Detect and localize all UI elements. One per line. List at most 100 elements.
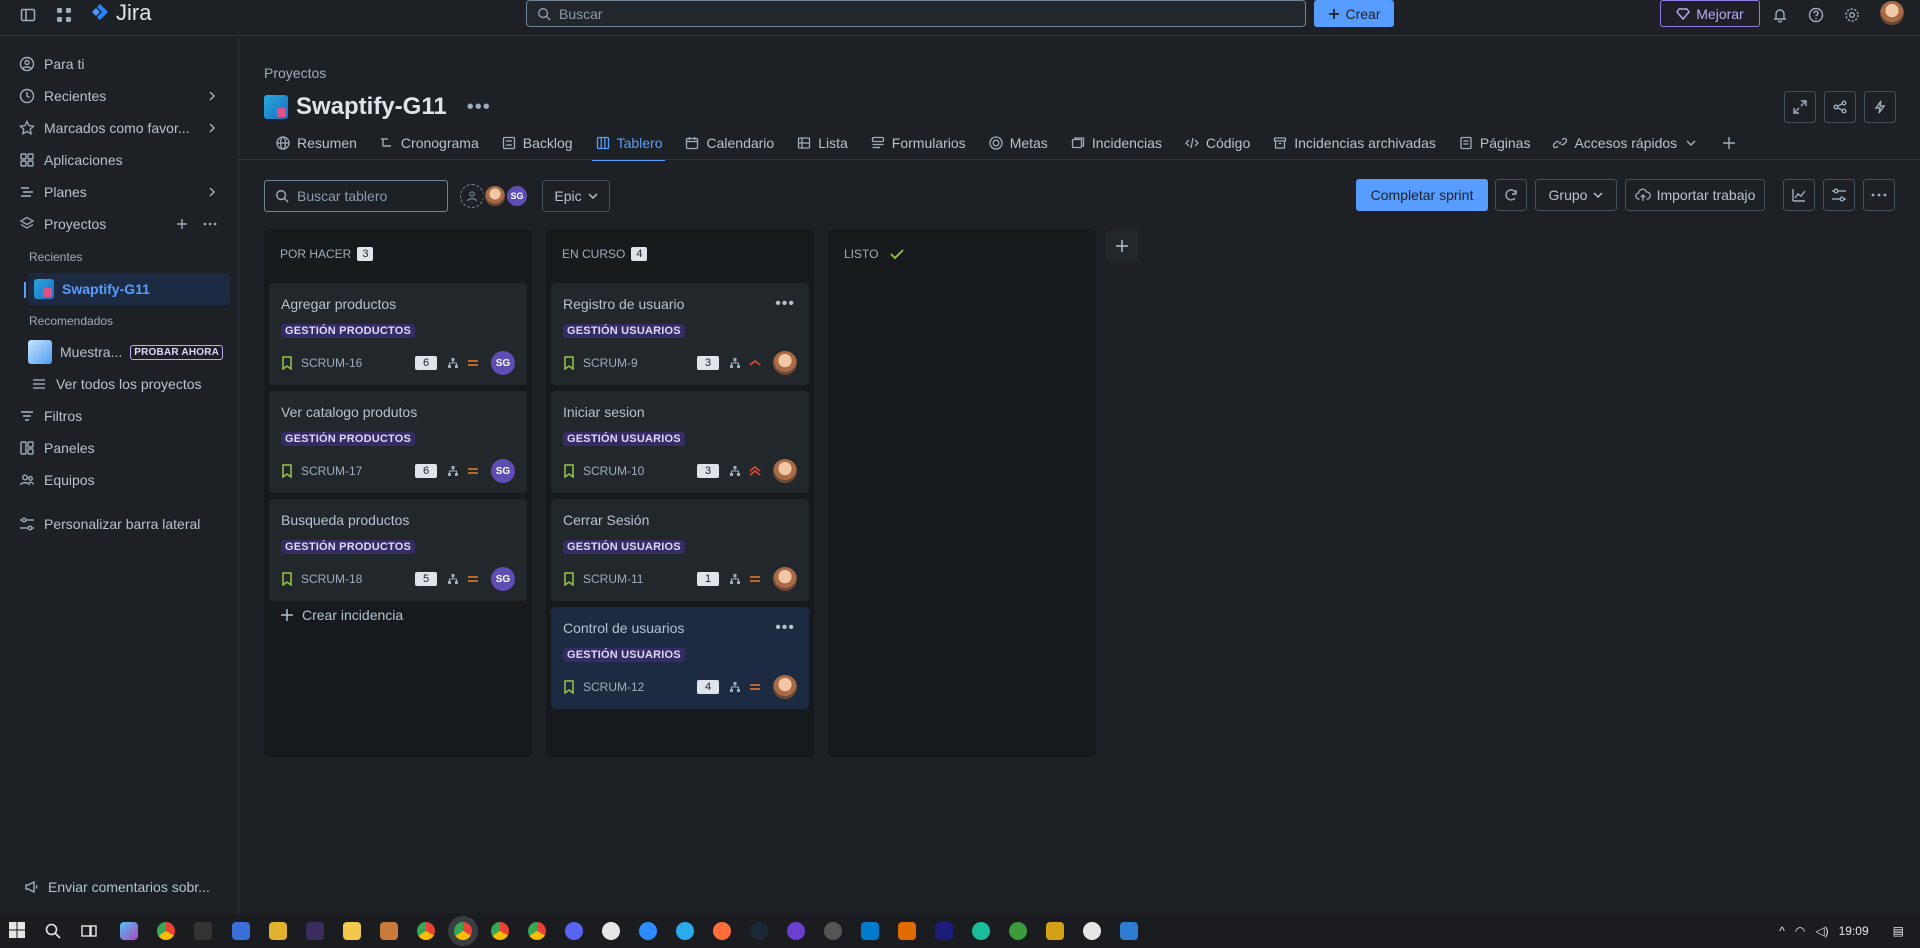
upgrade-button[interactable]: Mejorar [1660,0,1760,27]
sg-filter-avatar[interactable]: SG [505,184,529,208]
epic-lozenge[interactable]: GESTIÓN USUARIOS [563,432,685,446]
sidebar-item-filters[interactable]: Filtros [18,401,82,431]
discord-icon[interactable] [565,922,583,940]
app-icon[interactable] [787,922,805,940]
task-view-icon[interactable] [80,922,98,940]
jira-logo[interactable]: Jira [90,0,151,26]
sidebar-item-apps[interactable]: Aplicaciones [18,145,123,175]
epic-lozenge[interactable]: GESTIÓN USUARIOS [563,648,685,662]
tab-codigo[interactable]: Código [1173,128,1261,158]
sidebar-item-plans[interactable]: Planes [18,177,87,207]
tab-backlog[interactable]: Backlog [490,128,584,158]
sidebar-item-recent[interactable]: Recientes [18,81,106,111]
create-button[interactable]: Crear [1314,0,1394,27]
complete-sprint-button[interactable]: Completar sprint [1356,179,1488,211]
notifications-icon[interactable] [1768,3,1792,27]
issue-key[interactable]: SCRUM-18 [301,572,415,586]
assignee-avatar[interactable]: SG [491,351,515,375]
issue-card[interactable]: Registro de usuario ••• GESTIÓN USUARIOS… [551,283,809,385]
tab-resumen[interactable]: Resumen [264,128,368,158]
search-icon[interactable] [44,922,62,940]
tab-incidencias[interactable]: Incidencias [1059,128,1173,158]
app-icon[interactable] [1009,922,1027,940]
app-icon[interactable] [269,922,287,940]
app-icon[interactable] [1046,922,1064,940]
card-more-icon[interactable]: ••• [775,295,795,313]
tab-tablero[interactable]: Tablero [584,128,674,161]
epic-lozenge[interactable]: GESTIÓN USUARIOS [563,324,685,338]
column-header[interactable]: LISTO [844,247,905,261]
app-icon[interactable] [935,922,953,940]
app-icon[interactable] [1120,922,1138,940]
chrome-icon[interactable] [528,922,546,940]
vscode-icon[interactable] [861,922,879,940]
card-more-icon[interactable]: ••• [775,619,795,637]
sidebar-item-customize[interactable]: Personalizar barra lateral [18,509,200,539]
import-work-button[interactable]: Importar trabajo [1625,179,1765,211]
app-switcher-icon[interactable] [52,3,76,27]
file-explorer-icon[interactable] [343,922,361,940]
browser-app-icon[interactable] [157,922,175,940]
user-filter-avatar[interactable] [483,184,507,208]
copilot-app-icon[interactable] [120,922,138,940]
issue-card[interactable]: Ver catalogo produtos GESTIÓN PRODUCTOS … [269,391,527,493]
chevron-right-icon[interactable] [204,120,220,136]
issue-card[interactable]: Agregar productos GESTIÓN PRODUCTOS SCRU… [269,283,527,385]
app-icon[interactable] [972,922,990,940]
chevron-up-icon[interactable]: ^ [1779,924,1785,938]
epic-lozenge[interactable]: GESTIÓN PRODUCTOS [281,540,416,554]
try-now-badge[interactable]: PROBAR AHORA [130,344,224,360]
epic-lozenge[interactable]: GESTIÓN USUARIOS [563,540,685,554]
sidebar-item-starred[interactable]: Marcados como favor... [18,113,190,143]
app-icon[interactable] [639,922,657,940]
issue-key[interactable]: SCRUM-10 [583,464,697,478]
fullscreen-icon[interactable] [1784,91,1816,123]
app-icon[interactable] [306,922,324,940]
settings-gear-icon[interactable] [1840,3,1864,27]
chevron-right-icon[interactable] [204,88,220,104]
tab-lista[interactable]: Lista [785,128,859,158]
volume-icon[interactable]: ◁) [1815,924,1828,938]
tab-cronograma[interactable]: Cronograma [368,128,490,158]
assignee-avatar[interactable] [773,351,797,375]
clock-time[interactable]: 19:09 [1839,924,1869,938]
tab-incidencias-archivadas[interactable]: Incidencias archivadas [1261,128,1447,158]
sidebar-item-for-you[interactable]: Para ti [18,49,84,79]
sidebar-item-sample-project[interactable]: Muestra... PROBAR AHORA [28,337,224,367]
group-dropdown[interactable]: Grupo [1535,179,1617,211]
more-options-icon[interactable] [202,216,218,232]
tab-metas[interactable]: Metas [977,128,1059,158]
issue-key[interactable]: SCRUM-9 [583,356,697,370]
issue-key[interactable]: SCRUM-12 [583,680,697,694]
sidebar-item-projects[interactable]: Proyectos [18,209,106,239]
notifications-tray-icon[interactable]: ▤ [1893,924,1904,938]
issue-card[interactable]: Busqueda productos GESTIÓN PRODUCTOS SCR… [269,499,527,601]
settings-gear-icon[interactable] [1083,922,1101,940]
chrome-icon[interactable] [417,922,435,940]
share-icon[interactable] [1824,91,1856,123]
chrome-icon[interactable] [491,922,509,940]
chevron-down-icon[interactable] [1683,135,1699,151]
assignee-avatar[interactable] [773,567,797,591]
help-icon[interactable] [1804,3,1828,27]
assignee-avatar[interactable]: SG [491,567,515,591]
sidebar-item-teams[interactable]: Equipos [18,465,95,495]
tab-formularios[interactable]: Formularios [859,128,977,158]
epic-lozenge[interactable]: GESTIÓN PRODUCTOS [281,324,416,338]
windows-start-icon[interactable] [8,921,28,941]
assignee-avatar[interactable]: SG [491,459,515,483]
board-search-input[interactable]: Buscar tablero [264,180,448,212]
add-tab-button[interactable] [1710,128,1748,158]
terminal-app-icon[interactable] [194,922,212,940]
automation-lightning-icon[interactable] [1864,91,1896,123]
app-icon[interactable] [898,922,916,940]
chevron-right-icon[interactable] [204,184,220,200]
github-icon[interactable] [602,922,620,940]
sidebar-toggle-icon[interactable] [16,3,40,27]
sidebar-item-view-all-projects[interactable]: Ver todos los proyectos [30,369,202,399]
issue-card[interactable]: Control de usuarios ••• GESTIÓN USUARIOS… [551,607,809,709]
sprint-status-icon[interactable] [1495,179,1527,211]
breadcrumb[interactable]: Proyectos [264,65,326,81]
user-avatar[interactable] [1880,1,1904,25]
column-header[interactable]: EN CURSO 4 [562,247,648,261]
